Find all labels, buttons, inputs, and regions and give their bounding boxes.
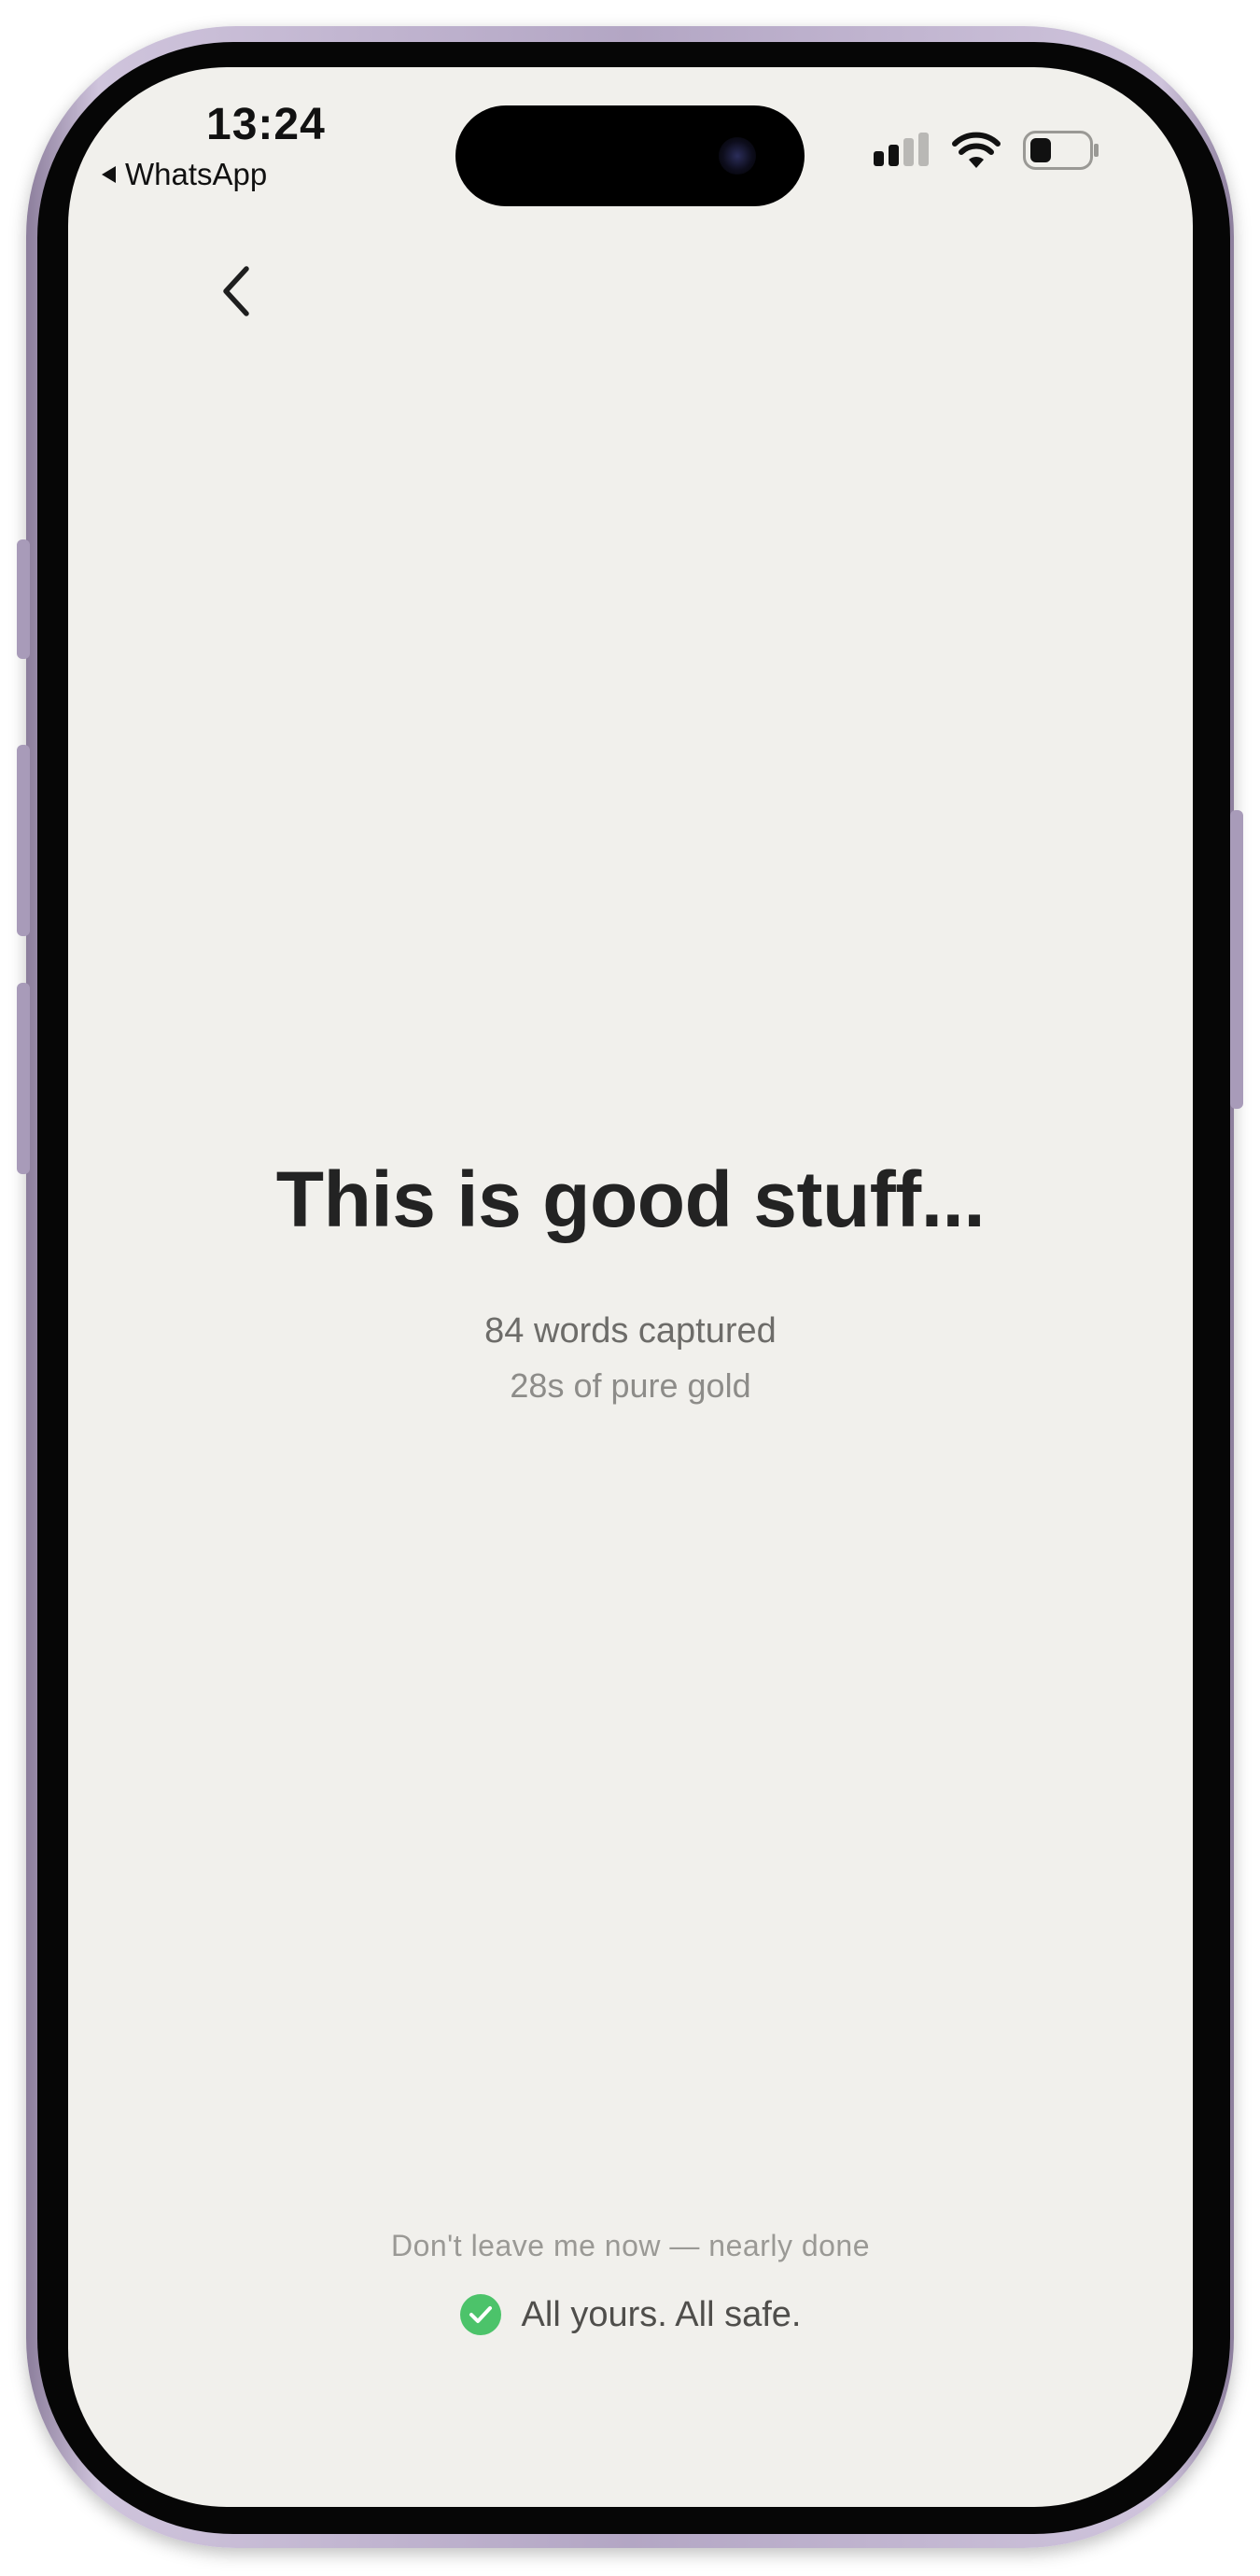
status-icons (874, 131, 1099, 170)
screen: 13:24 WhatsApp This is good stuff... 84 … (68, 67, 1193, 2507)
privacy-note-label: All yours. All safe. (521, 2294, 802, 2334)
chevron-left-icon (223, 266, 249, 316)
power-button (1230, 810, 1243, 1109)
volume-up-button (17, 745, 30, 936)
wifi-icon (952, 132, 1001, 168)
battery-icon (1023, 131, 1099, 170)
camera-lens-icon (719, 137, 756, 175)
duration-text: 28s of pure gold (510, 1366, 751, 1405)
privacy-note: All yours. All safe. (68, 2294, 1193, 2335)
action-button (17, 539, 30, 659)
signal-icon (874, 133, 929, 166)
words-captured-text: 84 words captured (484, 1311, 777, 1351)
dynamic-island (455, 105, 805, 206)
back-app-label: WhatsApp (125, 157, 268, 191)
back-button[interactable] (213, 259, 259, 324)
status-time: 13:24 (206, 100, 326, 149)
back-triangle-icon (102, 166, 116, 183)
back-to-app-link[interactable]: WhatsApp (102, 157, 267, 192)
progress-hint: Don't leave me now — nearly done (390, 2229, 871, 2262)
check-circle-icon (459, 2294, 501, 2335)
page-title: This is good stuff... (275, 1155, 986, 1243)
volume-down-button (17, 983, 30, 1174)
